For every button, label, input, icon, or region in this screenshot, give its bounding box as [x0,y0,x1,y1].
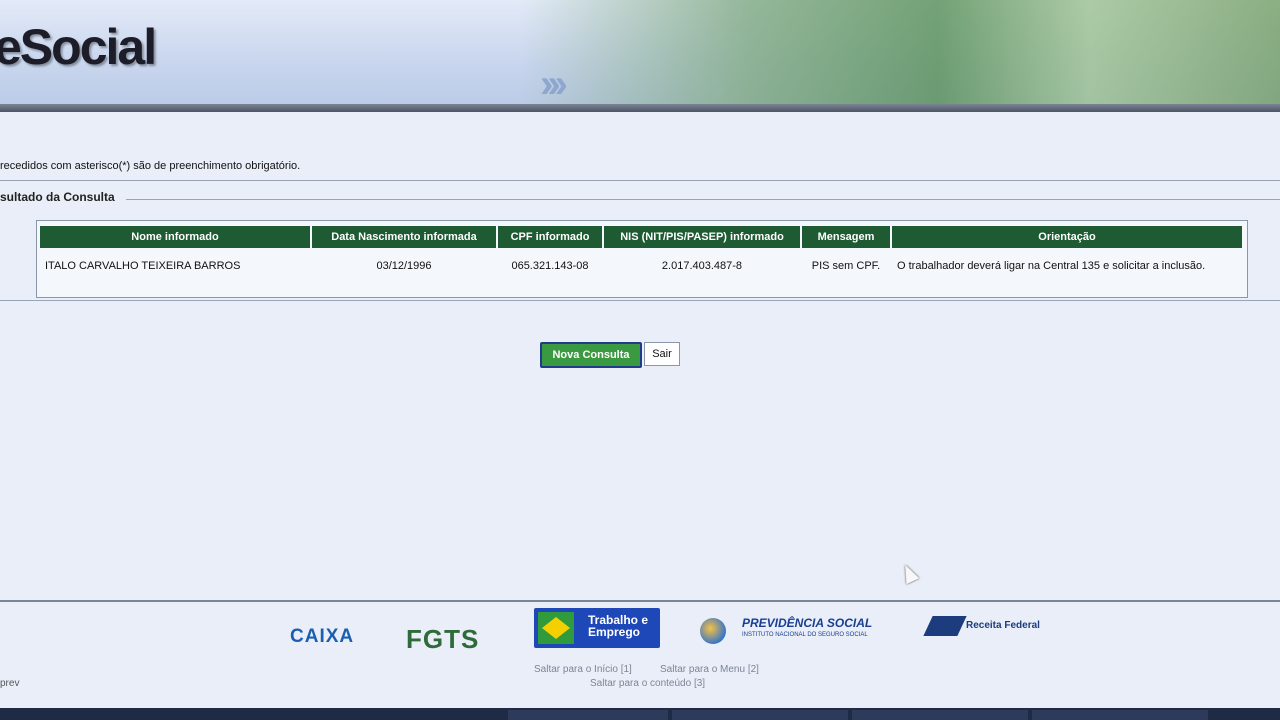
fgts-logo[interactable]: FGTS [406,624,479,655]
os-taskbar [0,708,1280,720]
table-header-row: Nome informado Data Nascimento informada… [38,224,1244,250]
taskbar-button[interactable] [672,710,848,720]
caixa-logo[interactable]: CAIXA [290,626,354,648]
table-row: ITALO CARVALHO TEIXEIRA BARROS 03/12/199… [39,249,1243,282]
receita-emblem-icon [923,616,967,636]
previdencia-title: PREVIDÊNCIA SOCIAL [742,616,873,630]
divider [0,180,1280,181]
previdencia-subtitle: INSTITUTO NACIONAL DO SEGURO SOCIAL [742,632,868,638]
col-nis-header: NIS (NIT/PIS/PASEP) informado [602,224,802,250]
receita-text: Receita Federal [966,620,1040,631]
results-table: Nome informado Data Nascimento informada… [38,224,1244,282]
cell-mensagem: PIS sem CPF. [811,260,881,272]
cell-cpf: 065.321.143-08 [511,260,589,272]
taskbar-button[interactable] [508,710,668,720]
esocial-logo: eSocial [0,19,157,75]
header-banner: ››› eSocial [0,0,1280,112]
nova-consulta-button[interactable]: Nova Consulta [540,342,642,368]
banner-divider [0,104,1280,112]
cell-nome: ITALO CARVALHO TEIXEIRA BARROS [45,260,241,272]
previdencia-emblem-icon [700,618,726,644]
required-fields-note: recedidos com asterisco(*) são de preenc… [0,160,301,172]
col-data-nascimento-header: Data Nascimento informada [310,224,498,250]
skip-link-inicio[interactable]: Saltar para o Início [1] [534,664,632,675]
brazil-flag-icon [538,612,574,644]
mte-logo[interactable]: Trabalho e Emprego [534,608,660,648]
status-corner-text: prev [0,678,20,689]
cell-nis: 2.017.403.487-8 [661,260,743,272]
col-cpf-header: CPF informado [496,224,604,250]
taskbar-button[interactable] [1032,710,1208,720]
chevrons-icon: ››› [540,62,568,106]
banner-decoration [520,0,1280,112]
col-nome-header: Nome informado [38,224,312,250]
mte-logo-text: Trabalho e Emprego [588,614,648,638]
taskbar-button[interactable] [852,710,1028,720]
sair-button[interactable]: Sair [644,342,680,366]
divider [0,300,1280,301]
col-orientacao-header: Orientação [890,224,1244,250]
mouse-cursor-icon [898,561,920,585]
cell-data-nascimento: 03/12/1996 [376,260,432,272]
cell-orientacao: O trabalhador deverá ligar na Central 13… [897,260,1206,272]
section-title: sultado da Consulta [0,190,115,204]
skip-link-conteudo[interactable]: Saltar para o conteúdo [3] [590,678,705,689]
footer-divider [0,600,1280,602]
footer-logos: CAIXA FGTS Trabalho e Emprego PREVIDÊNCI… [0,606,1280,656]
mte-line2: Emprego [588,625,641,639]
skip-link-menu[interactable]: Saltar para o Menu [2] [660,664,759,675]
section-divider [126,199,1280,200]
col-mensagem-header: Mensagem [800,224,892,250]
